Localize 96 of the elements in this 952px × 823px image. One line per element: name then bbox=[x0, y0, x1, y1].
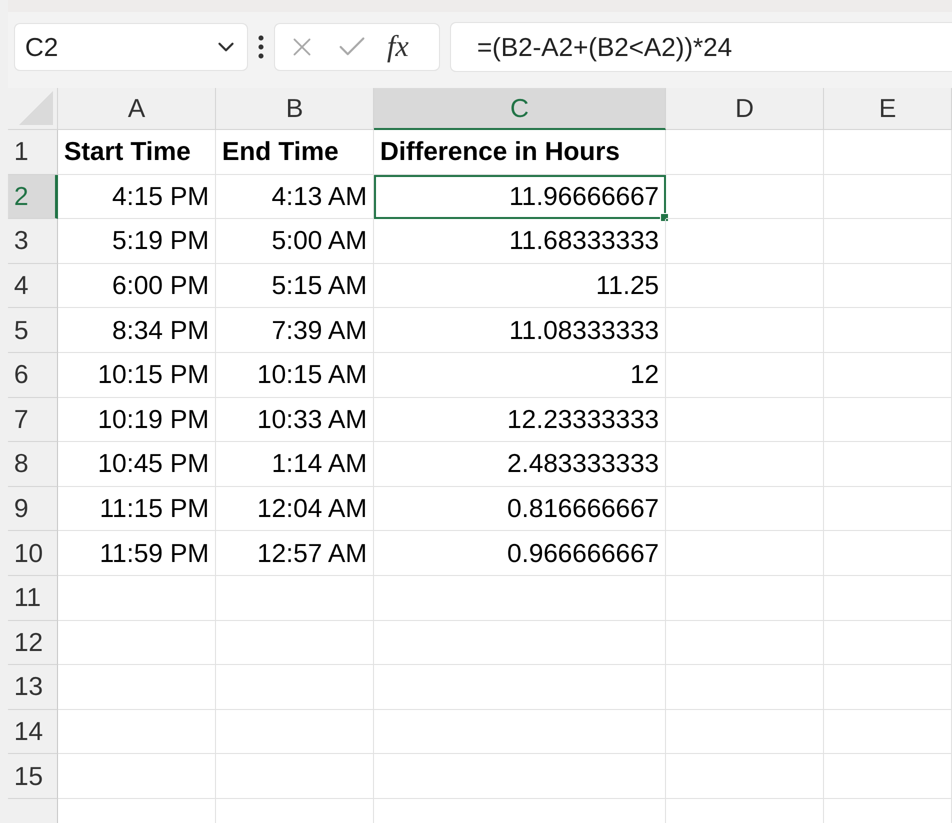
empty-cell[interactable] bbox=[216, 710, 374, 754]
header-cell: Start Time bbox=[58, 130, 216, 175]
row-header[interactable]: 11 bbox=[8, 576, 58, 621]
row-header[interactable]: 9 bbox=[8, 486, 58, 532]
empty-cell[interactable] bbox=[824, 710, 952, 754]
empty-cell[interactable] bbox=[824, 130, 952, 175]
empty-cell[interactable] bbox=[824, 442, 952, 487]
row-header[interactable]: 8 bbox=[8, 442, 58, 487]
selected-cell[interactable]: 11.96666667 bbox=[374, 174, 666, 220]
table-cell: 10:15 AM bbox=[216, 352, 374, 398]
fill-handle[interactable] bbox=[660, 213, 669, 222]
table-cell: 11:15 PM bbox=[58, 486, 216, 532]
table-cell: 7:39 AM bbox=[216, 308, 374, 353]
row-header[interactable]: 15 bbox=[8, 754, 58, 799]
table-cell: 4:15 PM bbox=[58, 174, 216, 220]
header-cell: Difference in Hours bbox=[374, 130, 666, 175]
empty-cell[interactable] bbox=[216, 576, 374, 621]
row-header[interactable]: 5 bbox=[8, 308, 58, 353]
empty-cell[interactable] bbox=[824, 219, 952, 264]
table-cell: 2.483333333 bbox=[374, 442, 666, 487]
table-cell: 5:00 AM bbox=[216, 219, 374, 264]
empty-cell[interactable] bbox=[666, 174, 824, 220]
table-cell: 12:04 AM bbox=[216, 486, 374, 532]
empty-cell[interactable] bbox=[666, 486, 824, 532]
row-header[interactable]: 10 bbox=[8, 531, 58, 576]
table-cell: 4:13 AM bbox=[216, 174, 374, 220]
empty-cell[interactable] bbox=[374, 665, 666, 710]
empty-cell[interactable] bbox=[824, 264, 952, 308]
column-header[interactable]: D bbox=[666, 88, 824, 130]
row-header[interactable]: 12 bbox=[8, 620, 58, 666]
empty-cell[interactable] bbox=[666, 398, 824, 442]
table-cell: 0.816666667 bbox=[374, 486, 666, 532]
empty-cell[interactable] bbox=[374, 710, 666, 754]
table-cell: 11.25 bbox=[374, 264, 666, 308]
row-header[interactable]: 14 bbox=[8, 710, 58, 754]
header-cell: End Time bbox=[216, 130, 374, 175]
table-cell: 12.23333333 bbox=[374, 398, 666, 442]
table-cell: 1:14 AM bbox=[216, 442, 374, 487]
empty-cell[interactable] bbox=[824, 620, 952, 666]
row-header[interactable]: 2 bbox=[8, 174, 58, 220]
column-header[interactable]: B bbox=[216, 88, 374, 130]
insert-function-button[interactable]: fx bbox=[387, 30, 409, 64]
empty-cell[interactable] bbox=[374, 754, 666, 799]
empty-cell[interactable] bbox=[824, 576, 952, 621]
table-cell: 10:33 AM bbox=[216, 398, 374, 442]
empty-cell[interactable] bbox=[666, 219, 824, 264]
table-cell: 10:45 PM bbox=[58, 442, 216, 487]
row-header[interactable]: 4 bbox=[8, 264, 58, 308]
empty-cell[interactable] bbox=[824, 486, 952, 532]
column-header[interactable]: A bbox=[58, 88, 216, 130]
empty-cell[interactable] bbox=[824, 754, 952, 799]
empty-cell[interactable] bbox=[374, 576, 666, 621]
row-header[interactable]: 6 bbox=[8, 352, 58, 398]
table-cell: 6:00 PM bbox=[58, 264, 216, 308]
name-box[interactable]: C2 bbox=[14, 23, 248, 71]
table-cell: 5:19 PM bbox=[58, 219, 216, 264]
table-cell: 8:34 PM bbox=[58, 308, 216, 353]
empty-cell[interactable] bbox=[666, 308, 824, 353]
empty-cell[interactable] bbox=[824, 398, 952, 442]
table-cell: 11:59 PM bbox=[58, 531, 216, 576]
row-header[interactable]: 3 bbox=[8, 219, 58, 264]
empty-cell[interactable] bbox=[666, 620, 824, 666]
table-cell: 11.08333333 bbox=[374, 308, 666, 353]
empty-cell[interactable] bbox=[666, 531, 824, 576]
table-cell: 0.966666667 bbox=[374, 531, 666, 576]
table-cell: 11.68333333 bbox=[374, 219, 666, 264]
empty-cell[interactable] bbox=[824, 531, 952, 576]
empty-cell[interactable] bbox=[374, 620, 666, 666]
table-cell: 10:19 PM bbox=[58, 398, 216, 442]
empty-cell[interactable] bbox=[666, 442, 824, 487]
empty-cell[interactable] bbox=[666, 754, 824, 799]
column-header[interactable]: C bbox=[374, 88, 666, 130]
row-header[interactable]: 1 bbox=[8, 130, 58, 175]
empty-cell[interactable] bbox=[216, 620, 374, 666]
row-header[interactable]: 7 bbox=[8, 398, 58, 442]
formula-field[interactable]: =(B2-A2+(B2<A2))*24 bbox=[450, 22, 952, 72]
empty-cell[interactable] bbox=[666, 264, 824, 308]
empty-cell[interactable] bbox=[216, 665, 374, 710]
empty-cell[interactable] bbox=[666, 710, 824, 754]
empty-cell[interactable] bbox=[666, 130, 824, 175]
empty-cell[interactable] bbox=[666, 352, 824, 398]
empty-cell[interactable] bbox=[824, 352, 952, 398]
empty-cell[interactable] bbox=[824, 308, 952, 353]
table-cell: 5:15 AM bbox=[216, 264, 374, 308]
empty-cell[interactable] bbox=[666, 576, 824, 621]
table-cell: 12 bbox=[374, 352, 666, 398]
table-cell: 10:15 PM bbox=[58, 352, 216, 398]
more-options-icon[interactable] bbox=[258, 35, 264, 59]
empty-cell[interactable] bbox=[216, 754, 374, 799]
empty-cell[interactable] bbox=[666, 665, 824, 710]
table-cell: 12:57 AM bbox=[216, 531, 374, 576]
empty-cell[interactable] bbox=[824, 174, 952, 220]
empty-cell[interactable] bbox=[824, 665, 952, 710]
cell-reference: C2 bbox=[25, 32, 58, 62]
row-header[interactable]: 13 bbox=[8, 665, 58, 710]
column-header[interactable]: E bbox=[824, 88, 952, 130]
